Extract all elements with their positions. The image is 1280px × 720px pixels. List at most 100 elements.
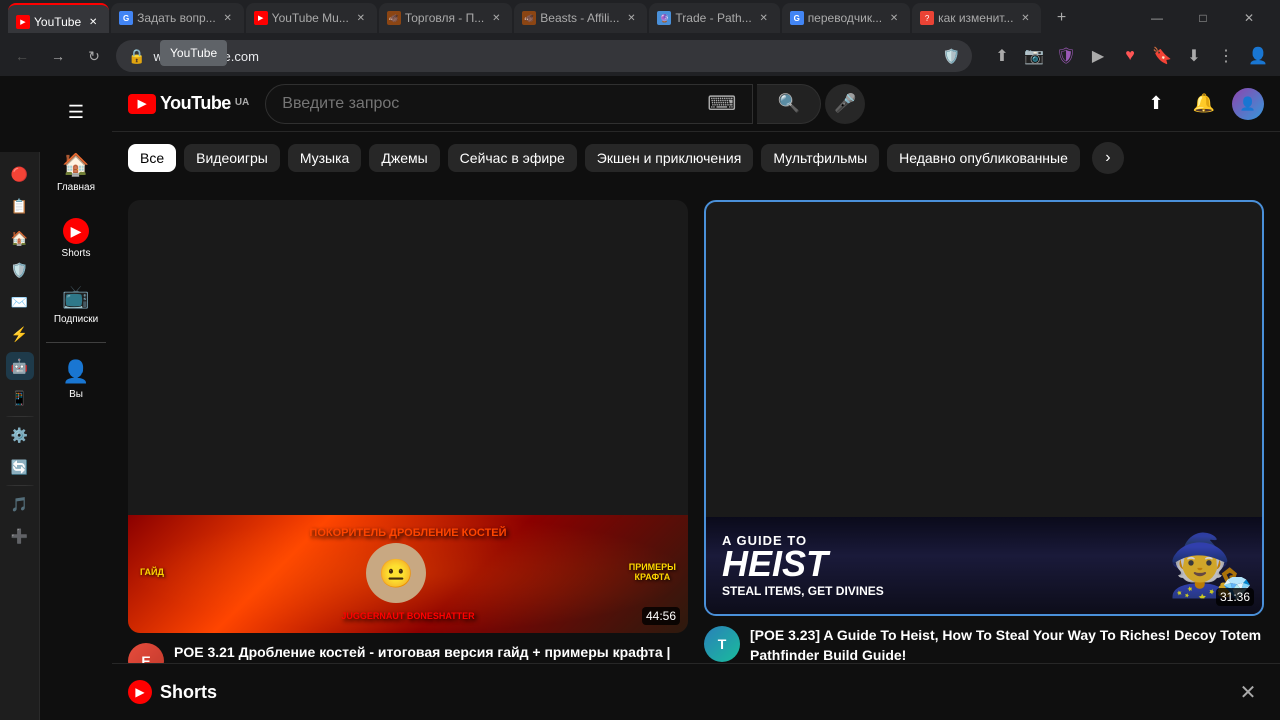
tab-close-trade[interactable]: ✕ <box>756 10 772 26</box>
play-toolbar-icon[interactable]: ▶ <box>1084 42 1112 70</box>
share-icon[interactable]: ⬆ <box>988 42 1016 70</box>
tab-close-beasts[interactable]: ✕ <box>623 10 639 26</box>
upload-button[interactable]: ⬆ <box>1136 84 1176 124</box>
sidebar-divider <box>46 342 106 343</box>
close-window-button[interactable]: ✕ <box>1226 0 1272 36</box>
shield-toolbar-icon[interactable]: 🛡 <box>1052 42 1080 70</box>
maximize-button[interactable]: □ <box>1180 0 1226 36</box>
bookmark-icon[interactable]: 🔖 <box>1148 42 1176 70</box>
tab-youtube-active[interactable]: YouTube ✕ <box>8 3 109 33</box>
tab-tooltip: YouTube <box>160 40 227 66</box>
video-info-boneshatter: E POE 3.21 Дробление костей - итоговая в… <box>128 633 688 663</box>
tab-close-torgovlya[interactable]: ✕ <box>488 10 504 26</box>
shorts-logo: ▶ Shorts <box>128 680 217 704</box>
yt-main: YouTube UA ⌨ 🔍 🎤 <box>112 76 1280 720</box>
notifications-button[interactable]: 🔔 <box>1184 84 1224 124</box>
extensions-icon[interactable]: ⋮ <box>1212 42 1240 70</box>
video-card-boneshatter[interactable]: ПОКОРИТЕЛЬ ДРОБЛЕНИЕ КОСТЕЙ ГАЙД 😐 ПРИМЕ… <box>128 200 688 663</box>
tab-perevodchik[interactable]: переводчик... ✕ <box>782 3 910 33</box>
ext-icon-shield[interactable]: 🛡️ <box>6 256 34 284</box>
user-avatar[interactable]: 👤 <box>1232 88 1264 120</box>
video-info-heist: T [POE 3.23] A Guide To Heist, How To St… <box>704 616 1264 663</box>
toolbar-icons: ⬆ 📷 🛡 ▶ ♥ 🔖 ⬇ ⋮ 👤 <box>988 42 1272 70</box>
tab-close-perevodchik[interactable]: ✕ <box>886 10 902 26</box>
video-title-boneshatter: POE 3.21 Дробление костей - итоговая вер… <box>174 643 688 663</box>
tab-close-zadanie[interactable]: ✕ <box>220 10 236 26</box>
tab-label-ytmusic: YouTube Mu... <box>272 11 349 25</box>
browser-chrome: YouTube ✕ Задать вопр... ✕ YouTube Mu...… <box>0 0 1280 76</box>
shorts-close-button[interactable]: ✕ <box>1232 676 1264 708</box>
channel-avatar-travic[interactable]: T <box>704 626 740 662</box>
yt-search-bar[interactable]: ⌨ <box>265 84 753 124</box>
keyboard-icon[interactable]: ⌨ <box>707 91 736 116</box>
video-thumbnail-boneshatter: ПОКОРИТЕЛЬ ДРОБЛЕНИЕ КОСТЕЙ ГАЙД 😐 ПРИМЕ… <box>128 200 688 633</box>
address-bar[interactable]: 🔒 www.youtube.com 🛡️ <box>116 40 972 72</box>
filter-action[interactable]: Экшен и приключения <box>585 144 754 172</box>
tab-close-youtube[interactable]: ✕ <box>85 14 101 30</box>
filter-gems[interactable]: Джемы <box>369 144 439 172</box>
filter-recently[interactable]: Недавно опубликованные <box>887 144 1080 172</box>
ext-icon-sync[interactable]: 🔄 <box>6 453 34 481</box>
subscriptions-icon: 📺 <box>62 284 89 310</box>
sidebar-item-home[interactable]: 🏠 Главная <box>42 140 110 206</box>
ext-icon-music[interactable]: 🎵 <box>6 490 34 518</box>
search-button[interactable]: 🔍 <box>757 84 821 124</box>
shorts-logo-icon: ▶ <box>128 680 152 704</box>
tab-yt-music[interactable]: YouTube Mu... ✕ <box>246 3 377 33</box>
ext-icon-mobile[interactable]: 📱 <box>6 384 34 412</box>
channel-avatar-ergrin[interactable]: E <box>128 643 164 663</box>
heist-figure: 🧙 <box>992 517 1242 614</box>
tab-torgovlya[interactable]: Торговля - П... ✕ <box>379 3 512 33</box>
ext-icon-divider2 <box>6 485 34 486</box>
tab-kak-izmenit[interactable]: как изменит... ✕ <box>912 3 1041 33</box>
sidebar-item-shorts[interactable]: ▶ Shorts <box>42 206 110 272</box>
video-details-heist: [POE 3.23] A Guide To Heist, How To Stea… <box>750 626 1264 663</box>
forward-button[interactable]: → <box>44 42 72 70</box>
tab-label-perevodchik: переводчик... <box>808 11 882 25</box>
ext-icon-home[interactable]: 🏠 <box>6 224 34 252</box>
video-title-heist: [POE 3.23] A Guide To Heist, How To Stea… <box>750 626 1264 663</box>
mic-icon: 🎤 <box>834 93 856 114</box>
minimize-button[interactable]: — <box>1134 0 1180 36</box>
sidebar-item-you[interactable]: 👤 Вы <box>42 347 110 413</box>
ext-icon-settings[interactable]: ⚙️ <box>6 421 34 449</box>
filter-all[interactable]: Все <box>128 144 176 172</box>
heart-icon[interactable]: ♥ <box>1116 42 1144 70</box>
tab-trade[interactable]: Trade - Path... ✕ <box>649 3 779 33</box>
ext-icon-mail[interactable]: ✉️ <box>6 288 34 316</box>
refresh-button[interactable]: ↻ <box>80 42 108 70</box>
filter-cartoons[interactable]: Мультфильмы <box>761 144 879 172</box>
back-button[interactable]: ← <box>8 42 36 70</box>
search-input[interactable] <box>282 95 699 113</box>
filter-videogames[interactable]: Видеоигры <box>184 144 280 172</box>
camera-icon[interactable]: 📷 <box>1020 42 1048 70</box>
filter-row: Все Видеоигры Музыка Джемы Сейчас в эфир… <box>112 132 1280 184</box>
sidebar-menu-button[interactable]: ☰ <box>56 92 96 132</box>
tab-zadanie[interactable]: Задать вопр... ✕ <box>111 3 244 33</box>
ext-icon-divider1 <box>6 416 34 417</box>
tab-favicon-ytmusic <box>254 11 268 25</box>
shorts-icon: ▶ <box>63 218 89 244</box>
tab-beasts[interactable]: Beasts - Affili... ✕ <box>514 3 647 33</box>
yt-logo[interactable]: YouTube UA <box>128 93 249 114</box>
ext-icon-ai[interactable]: 🤖 <box>6 352 34 380</box>
ext-icon-lightning[interactable]: ⚡ <box>6 320 34 348</box>
home-icon: 🏠 <box>62 152 89 178</box>
mic-button[interactable]: 🎤 <box>825 84 865 124</box>
filter-music[interactable]: Музыка <box>288 144 362 172</box>
thumb-inner-heist: A GUIDE TO HEIST STEAL ITEMS, GET DIVINE… <box>706 517 1262 614</box>
ext-icon-history[interactable]: 📋 <box>6 192 34 220</box>
tab-close-kak-izmenit[interactable]: ✕ <box>1017 10 1033 26</box>
download-icon[interactable]: ⬇ <box>1180 42 1208 70</box>
filter-live[interactable]: Сейчас в эфире <box>448 144 577 172</box>
new-tab-button[interactable]: + <box>1047 4 1075 32</box>
sidebar-item-subscriptions[interactable]: 📺 Подписки <box>42 272 110 338</box>
profile-icon[interactable]: 👤 <box>1244 42 1272 70</box>
tab-close-ytmusic[interactable]: ✕ <box>353 10 369 26</box>
ext-icon-add[interactable]: ➕ <box>6 522 34 550</box>
filter-arrow-button[interactable]: › <box>1092 142 1124 174</box>
video-card-heist[interactable]: A GUIDE TO HEIST STEAL ITEMS, GET DIVINE… <box>704 200 1264 663</box>
video-thumbnail-heist: A GUIDE TO HEIST STEAL ITEMS, GET DIVINE… <box>704 200 1264 616</box>
ext-icon-alarm[interactable]: 🔴 <box>6 160 34 188</box>
tab-favicon-torgovlya <box>387 11 401 25</box>
